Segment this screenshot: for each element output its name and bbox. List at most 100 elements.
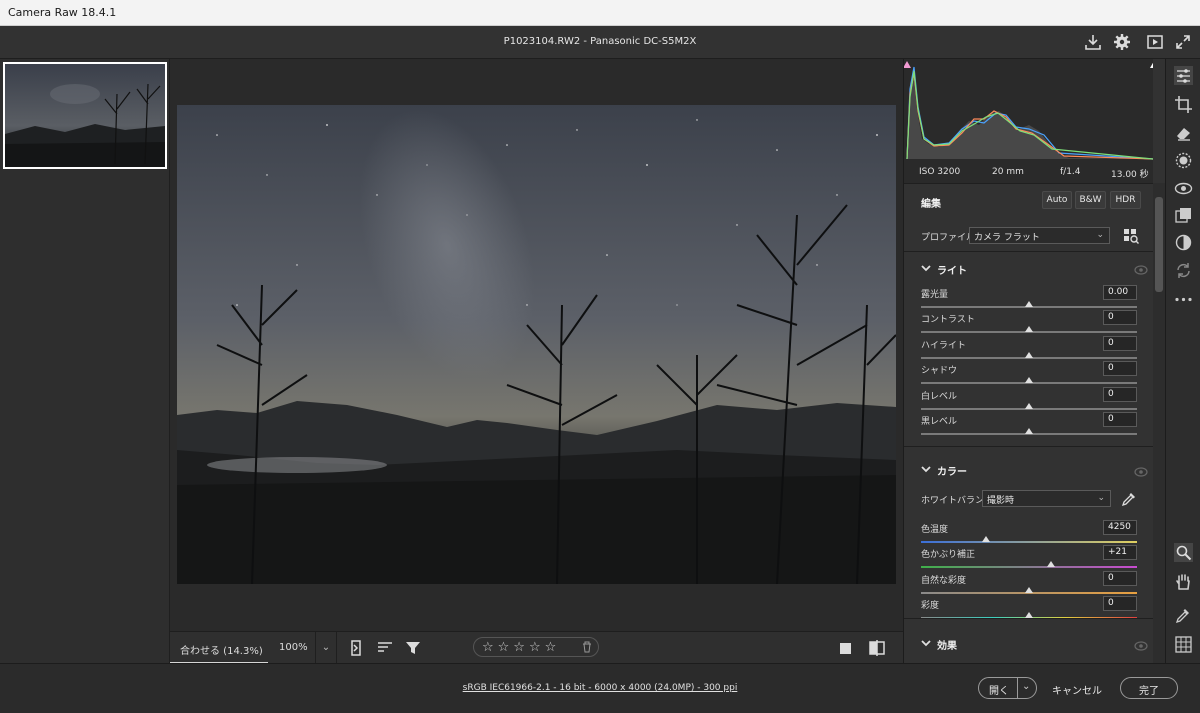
white-balance-value: 撮影時 bbox=[987, 496, 1015, 506]
slider-label: 色温度 bbox=[921, 525, 949, 535]
profile-label: プロファイル bbox=[921, 233, 976, 243]
slider-label: 彩度 bbox=[921, 601, 940, 612]
slider-value-input[interactable]: 0 bbox=[1103, 386, 1137, 402]
zoom-tool-icon[interactable] bbox=[1174, 543, 1193, 562]
image-viewer bbox=[170, 59, 903, 631]
profile-select[interactable]: カメラ フラット ⌄ bbox=[969, 227, 1110, 244]
slider-value-input[interactable]: +21 bbox=[1103, 545, 1137, 561]
bw-button[interactable]: B&W bbox=[1075, 191, 1106, 209]
eye-icon[interactable] bbox=[1134, 265, 1148, 275]
scrollbar-thumb[interactable] bbox=[1155, 197, 1163, 292]
chevron-down-icon[interactable]: ⌄ bbox=[1022, 681, 1030, 692]
white-balance-select[interactable]: 撮影時 ⌄ bbox=[982, 490, 1111, 507]
slider-label: コントラスト bbox=[921, 315, 975, 326]
slider-value-input[interactable]: 4250 bbox=[1103, 520, 1137, 535]
slideshow-icon[interactable] bbox=[1146, 33, 1164, 51]
slider-label: シャドウ bbox=[921, 366, 958, 377]
light-title: ライト bbox=[937, 266, 967, 277]
color-section: カラー ホワイトバランス 撮影時 ⌄ 色温度 4250 色かぶり補正 +21 自然な彩度… bbox=[904, 446, 1153, 620]
done-button[interactable]: 完了 bbox=[1120, 677, 1178, 699]
sync-icon[interactable] bbox=[1174, 261, 1193, 280]
slider-knob[interactable] bbox=[1046, 561, 1055, 568]
fit-zoom-button[interactable]: 合わせる (14.3%) bbox=[170, 632, 268, 664]
slider-value-input[interactable]: 0 bbox=[1103, 570, 1137, 586]
chevron-down-icon: ⌄ bbox=[1096, 230, 1104, 240]
presets-icon[interactable] bbox=[1174, 206, 1193, 225]
slider-value-input[interactable]: 0 bbox=[1103, 335, 1137, 351]
edit-title: 編集 bbox=[921, 199, 941, 210]
viewer-bottom-bar: 合わせる (14.3%) 100% ⌄ ☆☆☆☆☆ bbox=[170, 631, 903, 664]
shutter-readout: 13.00 秒 bbox=[1111, 170, 1149, 180]
edit-sliders-icon[interactable] bbox=[1174, 66, 1193, 85]
slider-value-input[interactable]: 0 bbox=[1103, 412, 1137, 427]
rating-stars[interactable]: ☆☆☆☆☆ bbox=[473, 637, 599, 657]
slider-value-input[interactable]: 0 bbox=[1103, 596, 1137, 612]
slider-knob[interactable] bbox=[1025, 377, 1033, 384]
status-bar: sRGB IEC61966-2.1 - 16 bit - 6000 x 4000… bbox=[0, 663, 1200, 713]
filmstrip-toggle-icon[interactable] bbox=[348, 639, 366, 657]
slider-knob[interactable] bbox=[1025, 326, 1033, 333]
zoom-100-button[interactable]: 100% bbox=[279, 642, 308, 653]
profile-select-value: カメラ フラット bbox=[974, 233, 1040, 243]
filmstrip-thumbnail[interactable] bbox=[3, 62, 167, 169]
focal-length-readout: 20 mm bbox=[992, 167, 1024, 177]
slider-knob[interactable] bbox=[981, 536, 990, 542]
color-sampler-icon[interactable] bbox=[1174, 606, 1193, 625]
slider-knob[interactable] bbox=[1025, 351, 1033, 358]
crop-icon[interactable] bbox=[1174, 95, 1193, 114]
window-title: Camera Raw 18.4.1 bbox=[8, 6, 117, 19]
hand-tool-icon[interactable] bbox=[1174, 572, 1193, 591]
eye-icon[interactable] bbox=[1134, 641, 1148, 651]
slider-knob[interactable] bbox=[1025, 428, 1033, 434]
effects-section: 効果 bbox=[904, 618, 1153, 663]
red-eye-icon[interactable] bbox=[1174, 179, 1193, 198]
slider-track[interactable] bbox=[921, 541, 1137, 543]
gear-icon[interactable] bbox=[1113, 33, 1131, 51]
grid-overlay-icon[interactable] bbox=[1174, 635, 1193, 654]
before-after-single-icon[interactable] bbox=[837, 639, 855, 657]
panel-scrollbar[interactable] bbox=[1153, 183, 1165, 663]
masking-icon[interactable] bbox=[1174, 151, 1193, 170]
slider-label: 色かぶり補正 bbox=[921, 550, 976, 561]
zoom-dropdown-chevron-icon[interactable]: ⌄ bbox=[315, 632, 337, 664]
profile-browser-icon[interactable] bbox=[1123, 228, 1139, 244]
rating-stars-label[interactable]: ☆☆☆☆☆ bbox=[482, 640, 560, 655]
save-icon[interactable] bbox=[1084, 33, 1102, 51]
fullscreen-icon[interactable] bbox=[1174, 33, 1192, 51]
sort-icon[interactable] bbox=[376, 639, 394, 657]
slider-row: ハイライト 0 bbox=[921, 335, 1137, 362]
hdr-button[interactable]: HDR bbox=[1110, 191, 1141, 209]
chevron-down-icon[interactable] bbox=[921, 464, 931, 474]
before-after-split-icon[interactable] bbox=[868, 639, 886, 657]
slider-knob[interactable] bbox=[1025, 301, 1033, 307]
slider-knob[interactable] bbox=[1025, 586, 1033, 593]
eye-icon[interactable] bbox=[1134, 467, 1148, 477]
slider-value-input[interactable]: 0.00 bbox=[1103, 285, 1137, 300]
histogram: ISO 3200 20 mm f/1.4 13.00 秒 bbox=[904, 59, 1153, 183]
auto-button[interactable]: Auto bbox=[1042, 191, 1072, 209]
cancel-button[interactable]: キャンセル bbox=[1049, 677, 1105, 699]
trash-icon[interactable] bbox=[582, 641, 592, 653]
slider-label: ハイライト bbox=[921, 340, 966, 351]
chevron-down-icon[interactable] bbox=[921, 263, 931, 273]
eyedropper-icon[interactable] bbox=[1121, 491, 1137, 507]
open-button-divider bbox=[1017, 678, 1018, 698]
main-photo[interactable] bbox=[177, 105, 896, 584]
slider-knob[interactable] bbox=[1025, 402, 1033, 409]
eraser-icon[interactable] bbox=[1174, 123, 1193, 142]
slider-track[interactable] bbox=[921, 566, 1137, 569]
chevron-down-icon[interactable] bbox=[921, 638, 931, 648]
slider-label: 黒レベル bbox=[921, 417, 958, 427]
open-button[interactable]: 開く ⌄ bbox=[978, 677, 1037, 699]
light-section: ライト 露光量 0.00 コントラスト 0 ハイライト 0 シャドウ 0 白レベル 0 黒レベル 0 bbox=[904, 251, 1153, 446]
more-options-icon[interactable] bbox=[1174, 290, 1193, 309]
edit-section: 編集 Auto B&W HDR プロファイル カメラ フラット ⌄ bbox=[904, 183, 1153, 251]
file-info-title: P1023104.RW2 - Panasonic DC-S5M2X bbox=[503, 36, 697, 47]
slider-value-input[interactable]: 0 bbox=[1103, 310, 1137, 326]
slider-value-input[interactable]: 0 bbox=[1103, 361, 1137, 377]
edit-panel: ISO 3200 20 mm f/1.4 13.00 秒 編集 Auto B&W… bbox=[903, 59, 1165, 663]
slider-row: シャドウ 0 bbox=[921, 361, 1137, 387]
filter-icon[interactable] bbox=[404, 639, 422, 657]
slider-row: 色温度 4250 bbox=[921, 520, 1137, 546]
snapshot-icon[interactable] bbox=[1174, 233, 1193, 252]
